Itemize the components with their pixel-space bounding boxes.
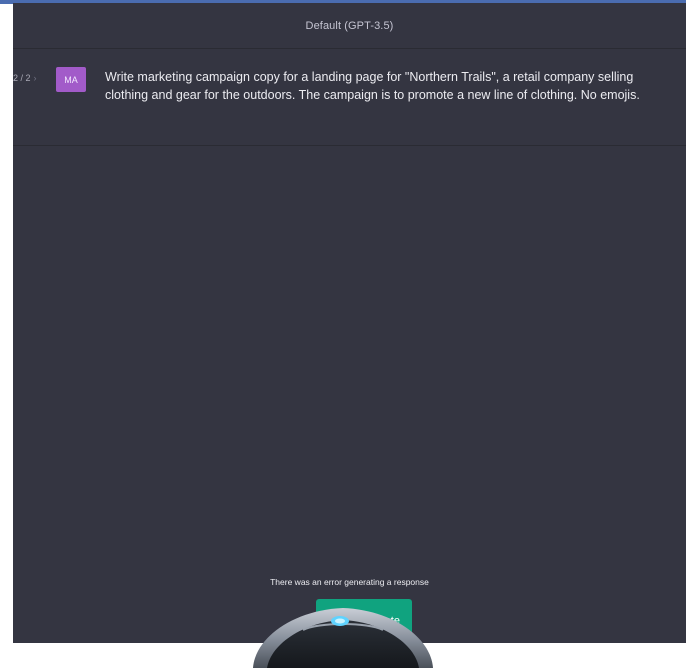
chevron-right-icon[interactable]: › [34,73,37,83]
screenshot-frame: Default (GPT-3.5) 2 / 2 › MA Write market… [0,0,686,668]
avatar-initials: MA [64,74,78,85]
user-avatar: MA [56,67,86,92]
model-name: Default (GPT-3.5) [305,19,394,32]
chat-app: Default (GPT-3.5) 2 / 2 › MA Write market… [13,3,686,643]
model-header: Default (GPT-3.5) [13,3,686,49]
pager-count: 2 / 2 [13,73,31,83]
user-message-text: Write marketing campaign copy for a land… [105,70,640,102]
user-message: 2 / 2 › MA Write marketing campaign copy … [13,49,686,146]
robot-mascot-icon [253,608,433,668]
error-message: There was an error generating a response [270,577,429,587]
message-pager[interactable]: 2 / 2 › [13,73,37,83]
